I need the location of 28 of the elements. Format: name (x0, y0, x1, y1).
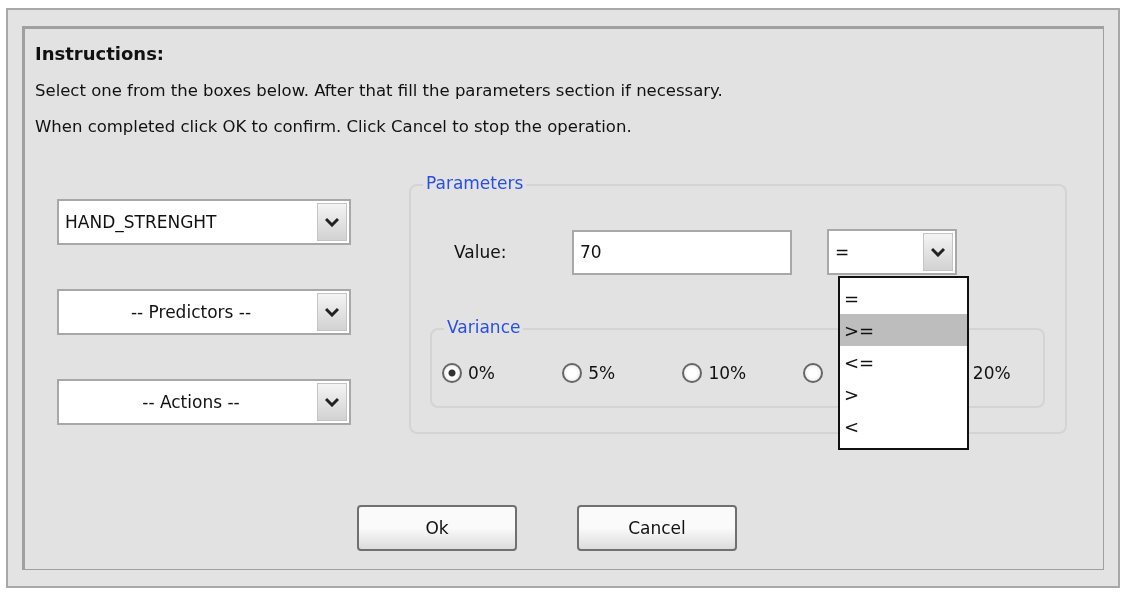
chevron-down-icon (325, 307, 339, 317)
dropdown-option[interactable]: = (840, 282, 967, 314)
value-label: Value: (454, 242, 508, 262)
dropdown[interactable]: -- Actions -- (57, 379, 351, 425)
cancel-button[interactable]: Cancel (577, 505, 737, 551)
dropdown-option[interactable]: <= (840, 346, 967, 378)
radio-label: 20% (972, 363, 1011, 383)
instructions-text: Select one from the boxes below. After that fill the parameters section if necessary. (35, 81, 724, 100)
radio-button[interactable] (682, 363, 703, 383)
instructions-text: When completed click OK to confirm. Click Cancel to stop the operation. (35, 117, 633, 136)
dropdown[interactable]: HAND_STRENGHT (57, 199, 351, 245)
dropdown[interactable]: -- Predictors -- (57, 289, 351, 335)
ok-button[interactable]: Ok (357, 505, 517, 551)
radio-label: 0% (468, 363, 495, 383)
dropdown-option[interactable]: < (840, 410, 967, 442)
radio-button[interactable] (802, 363, 823, 383)
chevron-down-icon (931, 247, 945, 257)
instructions-title: Instructions: (35, 43, 166, 64)
radio-label: 5% (588, 363, 616, 383)
radio-label: 10% (708, 363, 747, 383)
chevron-down-icon (325, 217, 339, 227)
radio-button[interactable] (562, 363, 583, 383)
operator-dropdown[interactable]: = (827, 229, 957, 275)
chevron-down-icon (325, 397, 339, 407)
dropdown-option[interactable]: > (840, 378, 967, 410)
dropdown-option[interactable]: >= (840, 314, 967, 346)
radio-button[interactable] (442, 363, 462, 383)
value-field[interactable]: 70 (572, 229, 792, 275)
